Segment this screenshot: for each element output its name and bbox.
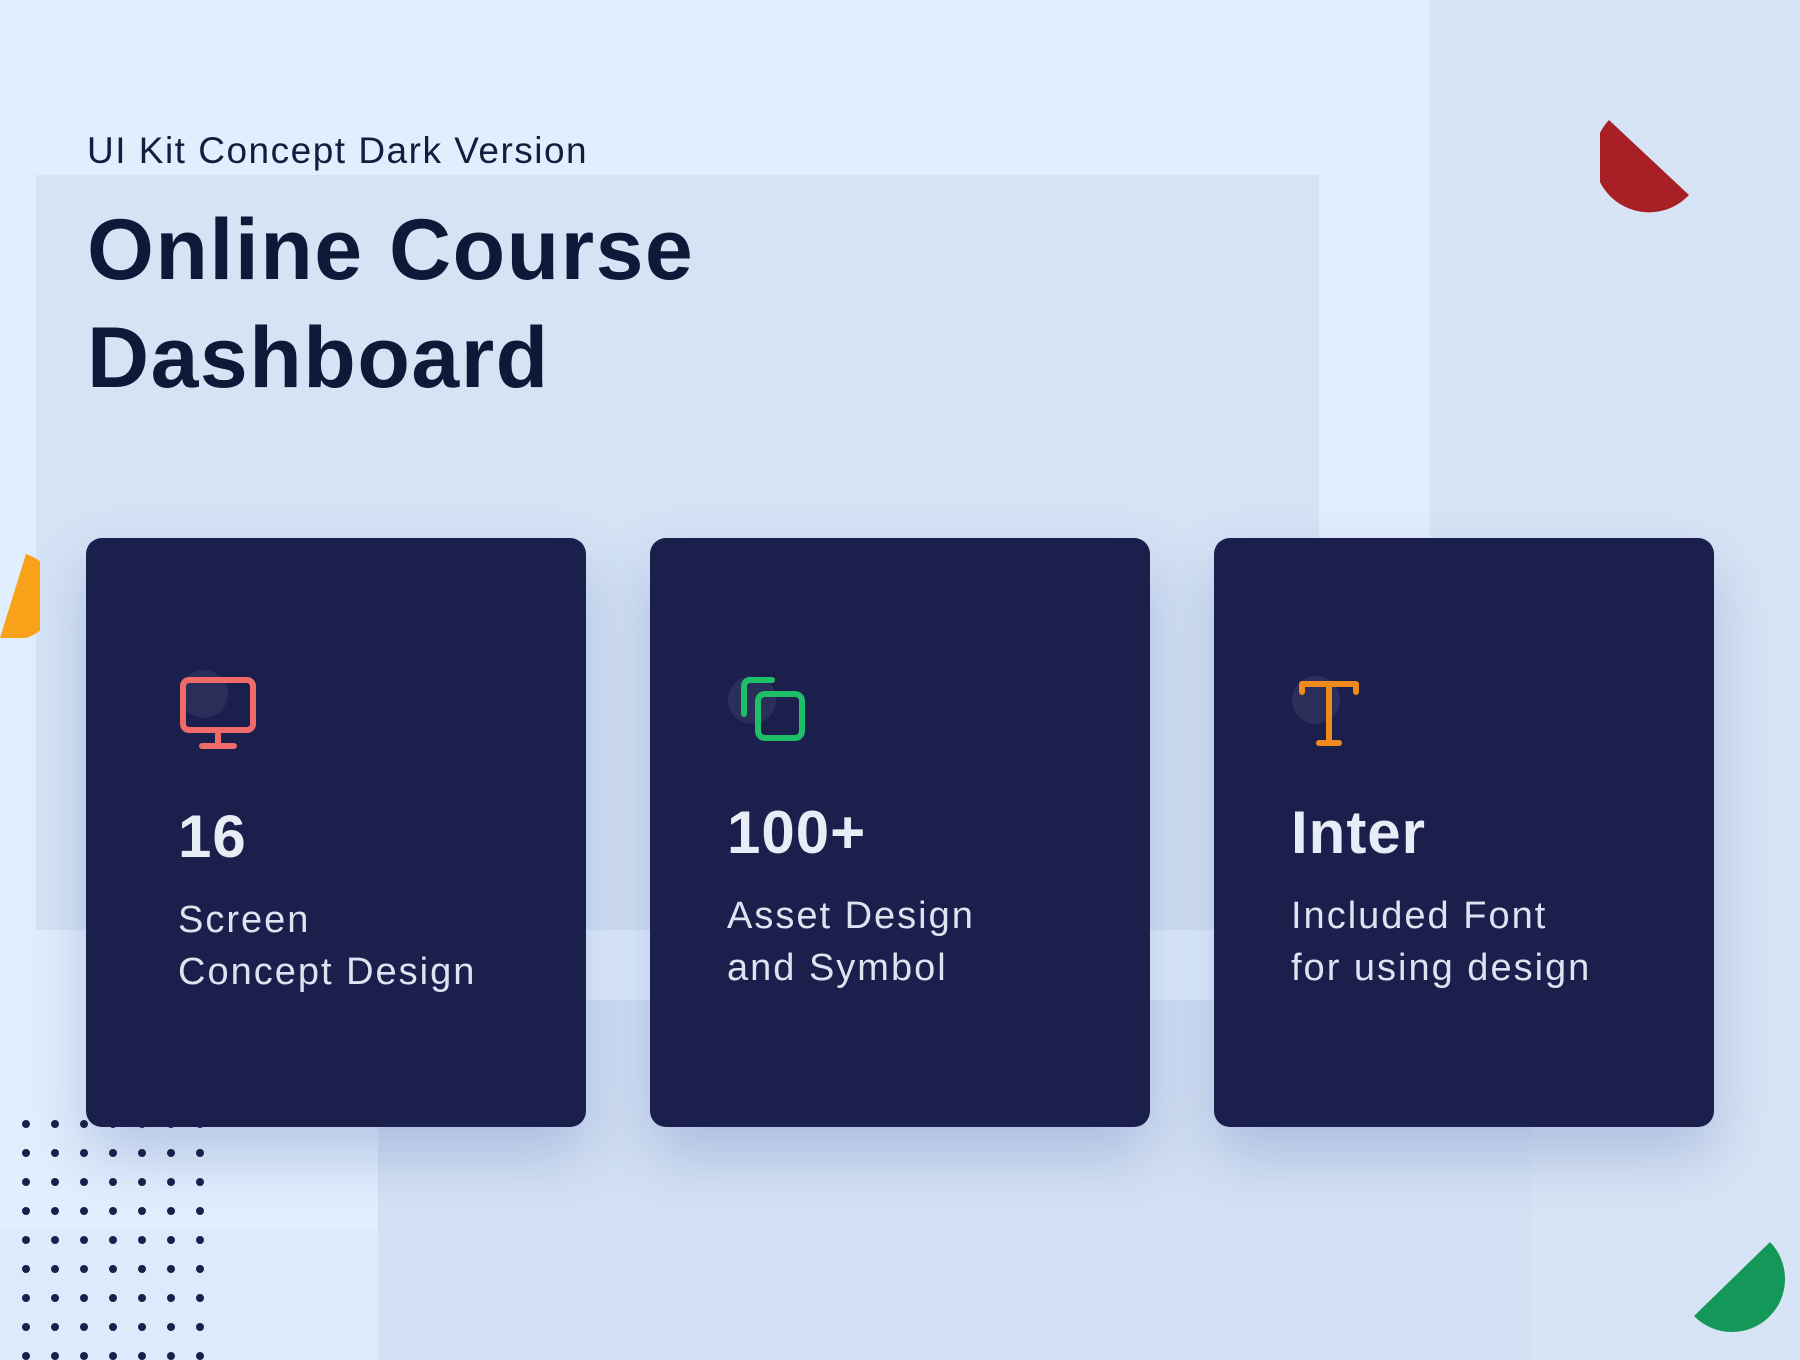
stat-description-line-2: and Symbol [727,947,948,989]
stat-description-line-2: Concept Design [178,951,477,993]
title-line-2: Dashboard [87,310,550,406]
monitor-icon [176,664,276,764]
red-semicircle-decoration [1600,120,1689,213]
page-title: Online Course Dashboard [87,196,694,412]
stat-value: 100+ [727,799,867,866]
page-subtitle: UI Kit Concept Dark Version [87,130,589,171]
title-line-1: Online Course [87,202,695,298]
stat-description: Screen Concept Design [178,894,476,998]
stat-description-line-1: Asset Design [727,895,975,937]
stat-description-line-1: Screen [178,899,311,941]
stat-description-line-2: for using design [1291,947,1592,989]
stat-card-font: Inter Included Font for using design [1214,538,1714,1127]
type-icon [1286,664,1386,764]
stat-description-line-1: Included Font [1291,895,1548,937]
stat-card-screens: 16 Screen Concept Design [86,538,586,1127]
copy-icon [728,664,828,764]
orange-semicircle-decoration [0,554,40,638]
stat-card-assets: 100+ Asset Design and Symbol [650,538,1150,1127]
green-semicircle-decoration [1694,1242,1786,1333]
dot-grid-decoration [16,1114,216,1360]
stat-description: Included Font for using design [1291,890,1591,994]
stat-description: Asset Design and Symbol [727,890,975,994]
stat-value: 16 [178,803,247,870]
stat-value: Inter [1291,799,1427,866]
